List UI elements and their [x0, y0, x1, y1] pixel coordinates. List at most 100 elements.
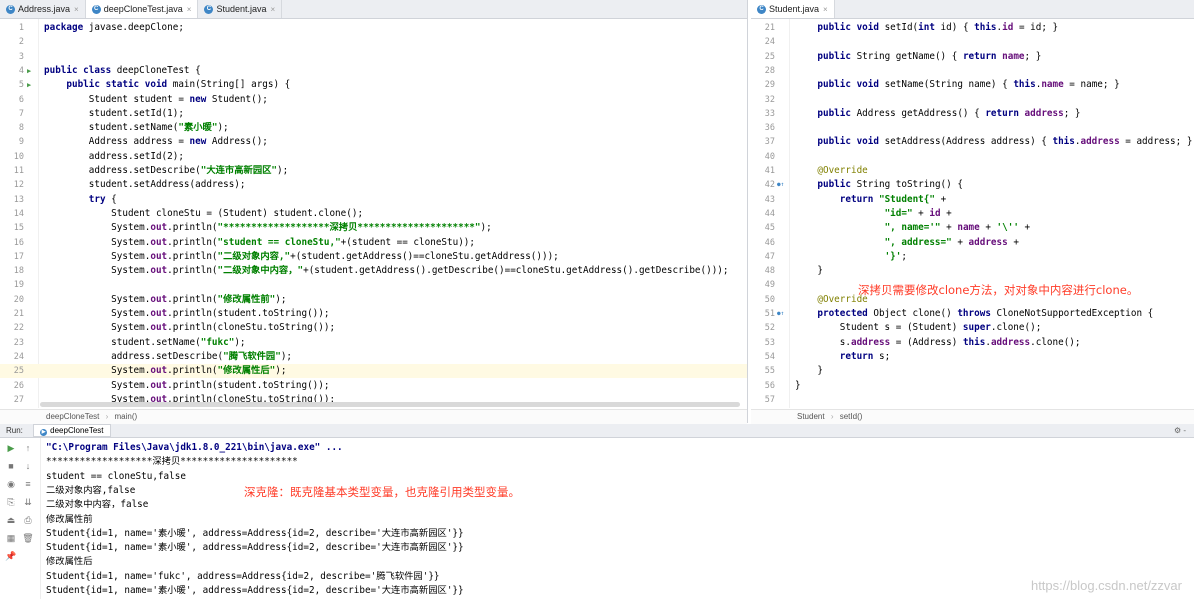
code-line[interactable]: 16 System.out.println("student == cloneS… — [0, 236, 747, 250]
code-line[interactable]: 20 System.out.println("修改属性前"); — [0, 293, 747, 307]
camera-icon[interactable]: ◉ — [5, 478, 17, 490]
code-line[interactable]: 47 '}'; — [751, 250, 1194, 264]
code-line[interactable]: 37 public void setAddress(Address addres… — [751, 135, 1194, 149]
code-line[interactable]: 11 address.setDescribe("大连市高新园区"); — [0, 164, 747, 178]
exit-icon[interactable]: ⏏ — [5, 514, 17, 526]
code-line[interactable]: 26 System.out.println(student.toString()… — [0, 379, 747, 393]
run-toolbar: Run: ▶ deepCloneTest ⚙ - — [0, 424, 1194, 438]
code-line[interactable]: 57 — [751, 393, 1194, 407]
trash-icon[interactable]: 🗑 — [22, 532, 34, 544]
code-line[interactable]: 6 Student student = new Student(); — [0, 93, 747, 107]
line-number: 7 — [18, 108, 24, 119]
code-text: public class deepCloneTest { — [44, 64, 201, 76]
code-line[interactable]: 14 Student cloneStu = (Student) student.… — [0, 207, 747, 221]
breadcrumb-class[interactable]: deepCloneTest — [46, 412, 99, 421]
code-line[interactable]: 41 @Override — [751, 164, 1194, 178]
line-number: 23 — [13, 337, 24, 348]
line-number: 46 — [764, 237, 775, 248]
run-console[interactable]: ▶ ↑ ■ ↓ ◉ ≡ ⎘ ⇊ ⏏ ⎙ ▦ 🗑 📌 深克隆：既克隆基本类型变量，… — [0, 438, 1194, 599]
code-line[interactable]: 12 student.setAddress(address); — [0, 178, 747, 192]
scroll-down-icon[interactable]: ↓ — [22, 460, 34, 472]
close-tab-icon[interactable]: × — [823, 5, 828, 14]
java-class-icon: C — [757, 4, 766, 14]
tab-label: Student.java — [769, 4, 820, 14]
breadcrumb-method[interactable]: main() — [115, 412, 138, 421]
code-line[interactable]: 24 — [751, 35, 1194, 49]
close-tab-icon[interactable]: × — [74, 5, 79, 14]
settings-gear-icon[interactable]: ⚙ - — [1174, 424, 1186, 437]
code-line[interactable]: 10 address.setId(2); — [0, 150, 747, 164]
rerun-icon[interactable]: ▶ — [5, 442, 17, 454]
code-line[interactable]: 9 Address address = new Address(); — [0, 135, 747, 149]
print-icon[interactable]: ⎙ — [22, 514, 34, 526]
code-line[interactable]: 7 student.setId(1); — [0, 107, 747, 121]
restore-layout-icon[interactable]: ⎘ — [5, 496, 17, 508]
override-gutter-icon[interactable]: ●↑ — [777, 178, 784, 192]
code-line[interactable]: 48 } — [751, 264, 1194, 278]
run-gutter-icon[interactable]: ▶ — [27, 64, 31, 78]
code-line[interactable]: 42 ●↑ public String toString() { — [751, 178, 1194, 192]
code-line[interactable]: 43 return "Student{" + — [751, 193, 1194, 207]
scroll-up-icon[interactable]: ↑ — [22, 442, 34, 454]
code-line[interactable]: 36 — [751, 121, 1194, 135]
code-line[interactable]: 17 System.out.println("二级对象内容,"+(student… — [0, 250, 747, 264]
run-tab[interactable]: ▶ deepCloneTest — [33, 424, 111, 437]
code-line[interactable]: 15 System.out.println("*****************… — [0, 221, 747, 235]
code-line[interactable]: 51 ●↑ protected Object clone() throws Clo… — [751, 307, 1194, 321]
code-line[interactable]: 45 ", name='" + name + '\'' + — [751, 221, 1194, 235]
left-tab-0[interactable]: C Address.java × — [0, 0, 86, 18]
left-tab-2[interactable]: C Student.java × — [198, 0, 283, 18]
close-tab-icon[interactable]: × — [187, 5, 192, 14]
scroll-to-end-icon[interactable]: ⇊ — [22, 496, 34, 508]
code-line[interactable]: 1 package javase.deepClone; — [0, 21, 747, 35]
override-gutter-icon[interactable]: ●↑ — [777, 307, 784, 321]
code-line[interactable]: 5 ▶ public static void main(String[] args… — [0, 78, 747, 92]
code-line[interactable]: 4 ▶ public class deepCloneTest { — [0, 64, 747, 78]
right-code-editor[interactable]: 21 public void setId(int id) { this.id =… — [751, 19, 1194, 408]
layout-icon[interactable]: ▦ — [5, 532, 17, 544]
code-line[interactable]: 40 — [751, 150, 1194, 164]
code-line[interactable]: 53 s.address = (Address) this.address.cl… — [751, 336, 1194, 350]
code-line[interactable]: 19 — [0, 278, 747, 292]
code-line[interactable]: 54 return s; — [751, 350, 1194, 364]
code-line[interactable]: 18 System.out.println("二级对象中内容，"+(studen… — [0, 264, 747, 278]
code-line[interactable]: 21 public void setId(int id) { this.id =… — [751, 21, 1194, 35]
code-line[interactable]: 28 — [751, 64, 1194, 78]
code-line[interactable]: 23 student.setName("fukc"); — [0, 336, 747, 350]
code-line[interactable]: 13 try { — [0, 193, 747, 207]
code-line[interactable]: 33 public Address getAddress() { return … — [751, 107, 1194, 121]
code-line[interactable]: 25 System.out.println("修改属性后"); — [0, 364, 747, 379]
close-tab-icon[interactable]: × — [270, 5, 275, 14]
code-text: try { — [88, 193, 117, 205]
right-tab-0[interactable]: C Student.java × — [751, 0, 835, 18]
stop-icon[interactable]: ■ — [5, 460, 17, 472]
line-number: 41 — [764, 166, 775, 176]
code-line[interactable]: 8 student.setName("素小暖"); — [0, 121, 747, 135]
code-line[interactable]: 21 System.out.println(student.toString()… — [0, 307, 747, 321]
soft-wrap-icon[interactable]: ≡ — [22, 478, 34, 490]
breadcrumb-class[interactable]: Student — [797, 412, 825, 421]
code-line[interactable]: 3 — [0, 50, 747, 64]
line-number: 56 — [764, 380, 775, 391]
pin-icon[interactable]: 📌 — [5, 550, 17, 562]
left-tab-1[interactable]: CdeepCloneTest.java × — [85, 0, 199, 18]
breadcrumb-method[interactable]: setId() — [840, 412, 863, 421]
left-horizontal-scrollbar[interactable] — [40, 402, 740, 407]
console-line: 修改属性后 — [46, 556, 93, 568]
run-gutter-icon[interactable]: ▶ — [27, 78, 31, 92]
code-text: } — [795, 265, 823, 277]
left-code-editor[interactable]: 1 package javase.deepClone; 2 3 4 ▶ public cla… — [0, 19, 747, 408]
code-line[interactable]: 2 — [0, 35, 747, 49]
code-line[interactable]: 24 address.setDescribe("腾飞软件园"); — [0, 350, 747, 364]
code-line[interactable]: 25 public String getName() { return name… — [751, 50, 1194, 64]
code-line[interactable]: 55 } — [751, 364, 1194, 378]
code-line[interactable]: 44 "id=" + id + — [751, 207, 1194, 221]
line-number: 2 — [18, 37, 24, 48]
code-line[interactable]: 22 System.out.println(cloneStu.toString(… — [0, 321, 747, 335]
code-line[interactable]: 52 Student s = (Student) super.clone(); — [751, 321, 1194, 335]
line-number: 49 — [764, 280, 775, 291]
code-line[interactable]: 56} — [751, 379, 1194, 393]
code-line[interactable]: 46 ", address=" + address + — [751, 236, 1194, 250]
code-line[interactable]: 32 — [751, 93, 1194, 107]
code-line[interactable]: 29 public void setName(String name) { th… — [751, 78, 1194, 92]
